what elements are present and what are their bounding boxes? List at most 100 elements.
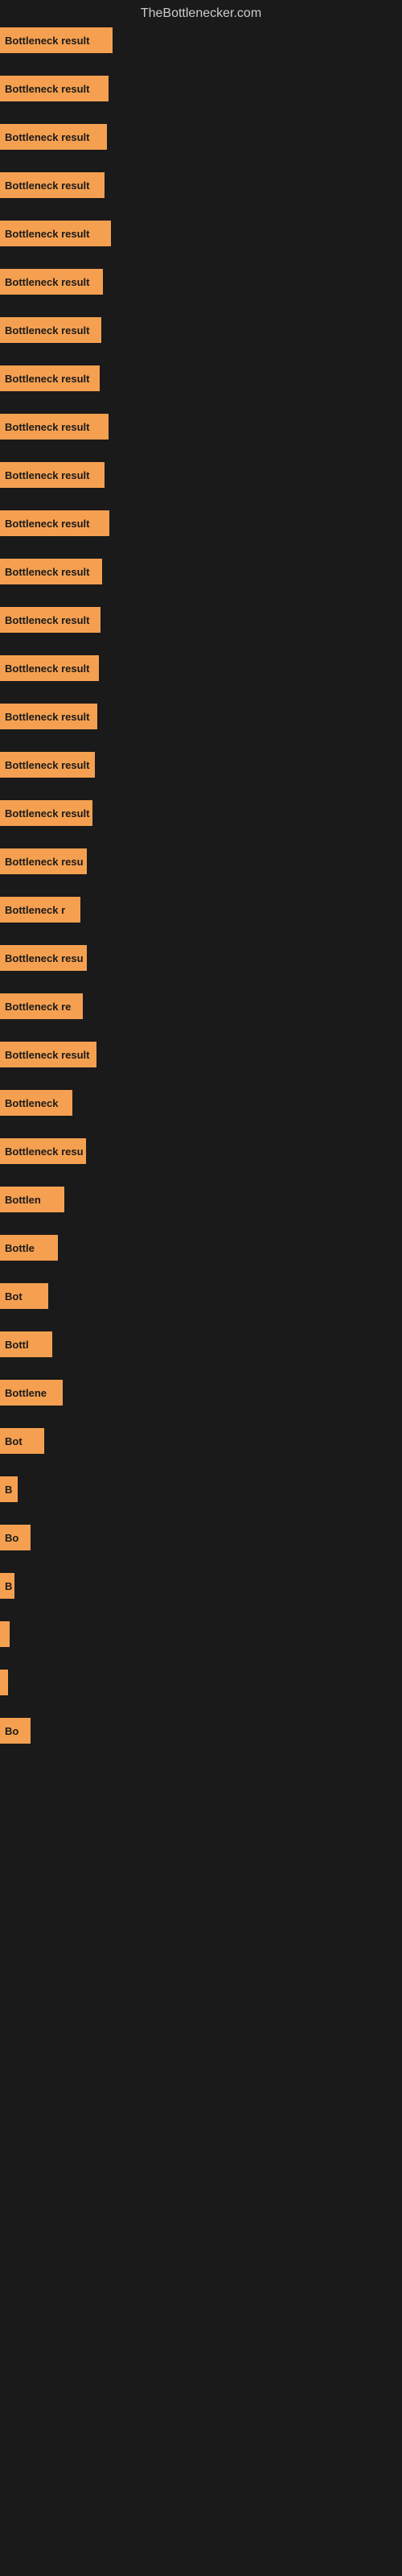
bar-row: Bottlene (0, 1380, 402, 1406)
bar-label: Bottleneck result (5, 518, 89, 530)
bar-label: Bot (5, 1435, 23, 1447)
bottleneck-bar: Bottlen (0, 1187, 64, 1212)
bottleneck-bar: Bottleneck result (0, 269, 103, 295)
bottleneck-bar: Bottleneck result (0, 559, 102, 584)
bar-row: Bot (0, 1283, 402, 1309)
bar-row: Bo (0, 1525, 402, 1550)
bottleneck-bar (0, 1621, 10, 1647)
bottleneck-bar: Bot (0, 1428, 44, 1454)
bar-row: Bot (0, 1428, 402, 1454)
bar-row: Bottleneck r (0, 897, 402, 923)
bar-label: Bottleneck result (5, 614, 89, 626)
bar-label: Bottleneck result (5, 759, 89, 771)
bar-row: Bottleneck re (0, 993, 402, 1019)
bar-label: Bottleneck result (5, 711, 89, 723)
bottleneck-bar: Bottleneck result (0, 462, 105, 488)
bar-label: Bottleneck result (5, 663, 89, 675)
bar-label: Bottleneck resu (5, 952, 84, 964)
bar-label: Bo (5, 1532, 18, 1544)
bottleneck-bar (0, 1670, 8, 1695)
bar-label: Bottleneck resu (5, 1146, 84, 1158)
bar-label: Bottlene (5, 1387, 47, 1399)
bar-label: Bottleneck result (5, 131, 89, 143)
bar-row: Bottleneck result (0, 462, 402, 488)
bar-row: Bottleneck resu (0, 848, 402, 874)
bar-row: B (0, 1573, 402, 1599)
bar-label: B (5, 1580, 12, 1592)
bar-row: Bottleneck (0, 1090, 402, 1116)
bar-row: Bottleneck result (0, 27, 402, 53)
bottleneck-bar: Bottleneck result (0, 510, 109, 536)
bar-row: Bottleneck resu (0, 945, 402, 971)
bottleneck-bar: Bot (0, 1283, 48, 1309)
bar-row: Bottleneck result (0, 317, 402, 343)
bottleneck-bar: Bottleneck result (0, 124, 107, 150)
site-title: TheBottlenecker.com (0, 0, 402, 27)
bar-label: Bottleneck result (5, 35, 89, 47)
bottleneck-bar: Bottleneck result (0, 607, 100, 633)
bar-row: Bottleneck result (0, 752, 402, 778)
bottleneck-bar: B (0, 1573, 14, 1599)
bottleneck-bar: Bottleneck result (0, 414, 109, 440)
bar-row: Bottleneck result (0, 365, 402, 391)
bar-label: Bottleneck result (5, 228, 89, 240)
bottleneck-bar: Bottleneck re (0, 993, 83, 1019)
bar-label: Bottleneck result (5, 566, 89, 578)
bar-label: Bottleneck result (5, 1049, 89, 1061)
bottleneck-bar: Bo (0, 1525, 31, 1550)
bar-row: B (0, 1476, 402, 1502)
bar-row: Bottleneck result (0, 172, 402, 198)
bar-row: Bottleneck result (0, 76, 402, 101)
bottleneck-bar: Bottleneck resu (0, 1138, 86, 1164)
bar-row: Bottleneck result (0, 607, 402, 633)
bar-chart: Bottleneck result Bottleneck result Bottle… (0, 27, 402, 1744)
bar-label: Bottleneck result (5, 421, 89, 433)
bar-row: Bottleneck result (0, 559, 402, 584)
bottleneck-bar: Bottleneck result (0, 27, 113, 53)
bar-label: B (5, 1484, 12, 1496)
bar-row (0, 1670, 402, 1695)
bottleneck-bar: Bottleneck resu (0, 945, 87, 971)
bar-row: Bottleneck result (0, 221, 402, 246)
bottleneck-bar: Bo (0, 1718, 31, 1744)
bar-row: Bottlen (0, 1187, 402, 1212)
bottleneck-bar: B (0, 1476, 18, 1502)
bottleneck-bar: Bottleneck result (0, 76, 109, 101)
bottleneck-bar: Bottleneck result (0, 365, 100, 391)
bar-label: Bottleneck r (5, 904, 65, 916)
bottleneck-bar: Bottleneck r (0, 897, 80, 923)
bar-row: Bottleneck result (0, 124, 402, 150)
bar-row: Bottle (0, 1235, 402, 1261)
bar-row: Bottleneck resu (0, 1138, 402, 1164)
bottleneck-bar: Bottleneck result (0, 704, 97, 729)
bar-label: Bottl (5, 1339, 29, 1351)
bottleneck-bar: Bottleneck result (0, 1042, 96, 1067)
bar-row: Bottleneck result (0, 800, 402, 826)
bar-label: Bottleneck result (5, 373, 89, 385)
bottleneck-bar: Bottleneck result (0, 172, 105, 198)
bar-label: Bottleneck result (5, 180, 89, 192)
bottleneck-bar: Bottle (0, 1235, 58, 1261)
bottleneck-bar: Bottleneck result (0, 317, 101, 343)
bottleneck-bar: Bottl (0, 1331, 52, 1357)
bottleneck-bar: Bottleneck result (0, 752, 95, 778)
bottleneck-bar: Bottleneck result (0, 655, 99, 681)
bar-label: Bot (5, 1290, 23, 1302)
bar-label: Bottleneck result (5, 324, 89, 336)
bar-row (0, 1621, 402, 1647)
bottleneck-bar: Bottleneck result (0, 800, 92, 826)
bottleneck-bar: Bottlene (0, 1380, 63, 1406)
bar-label: Bo (5, 1725, 18, 1737)
bottleneck-bar: Bottleneck (0, 1090, 72, 1116)
bar-row: Bottleneck result (0, 510, 402, 536)
bar-row: Bo (0, 1718, 402, 1744)
bar-label: Bottleneck result (5, 469, 89, 481)
bar-row: Bottleneck result (0, 1042, 402, 1067)
bar-label: Bottleneck result (5, 276, 89, 288)
bar-row: Bottleneck result (0, 414, 402, 440)
bar-label: Bottle (5, 1242, 35, 1254)
bottleneck-bar: Bottleneck resu (0, 848, 87, 874)
bar-label: Bottleneck result (5, 83, 89, 95)
bottleneck-bar: Bottleneck result (0, 221, 111, 246)
bar-row: Bottleneck result (0, 269, 402, 295)
